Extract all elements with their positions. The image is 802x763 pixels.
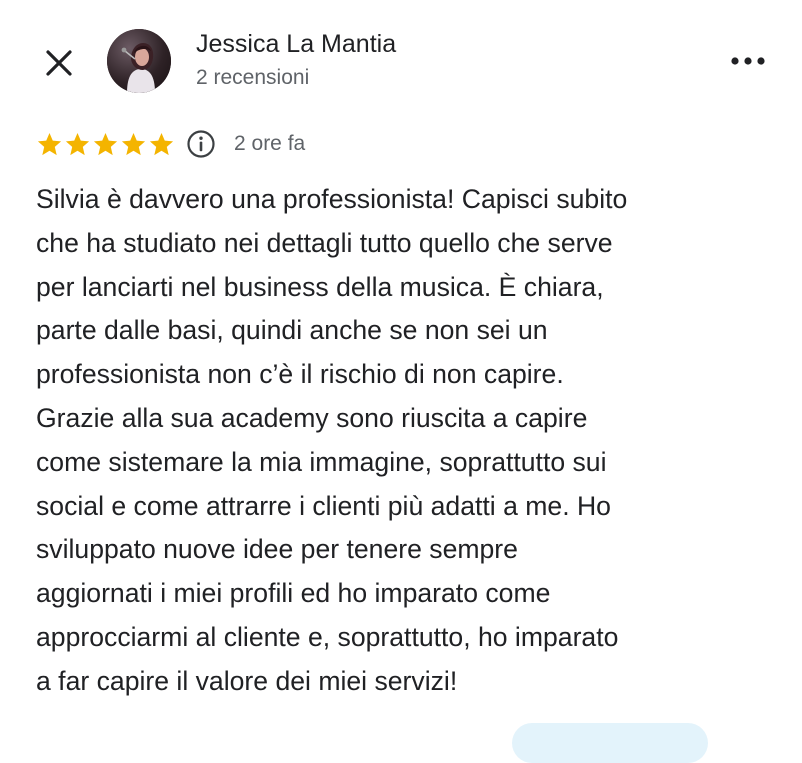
review-text-line: approcciarmi al cliente e, soprattutto, … xyxy=(36,621,619,652)
review-time: 2 ore fa xyxy=(234,132,306,155)
review-text-line: Grazie alla sua academy sono riuscita a … xyxy=(36,402,588,433)
review-text-line: aggiornati i miei profili ed ho imparato… xyxy=(36,578,551,609)
star-rating xyxy=(36,131,175,158)
review-text-line: social e come attrarre i clienti più ada… xyxy=(36,490,611,521)
review-text-line: sviluppato nuove idee per tenere sempre xyxy=(36,534,518,565)
more-options-button[interactable] xyxy=(726,46,770,76)
review-text: Silvia è davvero una professionista! Cap… xyxy=(36,178,776,704)
review-text-line: che ha studiato nei dettagli tutto quell… xyxy=(36,227,613,258)
avatar-image xyxy=(107,29,171,93)
review-text-line: professionista non c’è il rischio di non… xyxy=(36,359,564,390)
review-text-line: parte dalle basi, quindi anche se non se… xyxy=(36,315,548,346)
star-icon xyxy=(121,132,146,155)
star-icon xyxy=(37,132,62,155)
info-icon[interactable] xyxy=(185,128,217,160)
star-icon xyxy=(65,132,90,155)
rating-row: 2 ore fa xyxy=(36,126,305,162)
review-text-line: come sistemare la mia immagine, soprattu… xyxy=(36,446,607,477)
bottom-action-chip[interactable] xyxy=(512,723,708,763)
close-button[interactable] xyxy=(36,40,82,86)
review-text-line: Silvia è davvero una professionista! Cap… xyxy=(36,184,628,214)
avatar[interactable] xyxy=(107,29,171,93)
review-text-line: per lanciarti nel business della musica.… xyxy=(36,271,604,302)
reviewer-name[interactable]: Jessica La Mantia xyxy=(196,30,396,59)
review-text-line: a far capire il valore dei miei servizi! xyxy=(36,665,458,696)
more-horizontal-icon xyxy=(731,57,765,65)
star-icon xyxy=(93,132,118,155)
star-icon xyxy=(149,132,174,155)
reviewer-review-count: 2 recensioni xyxy=(196,66,310,89)
close-icon xyxy=(46,50,72,76)
